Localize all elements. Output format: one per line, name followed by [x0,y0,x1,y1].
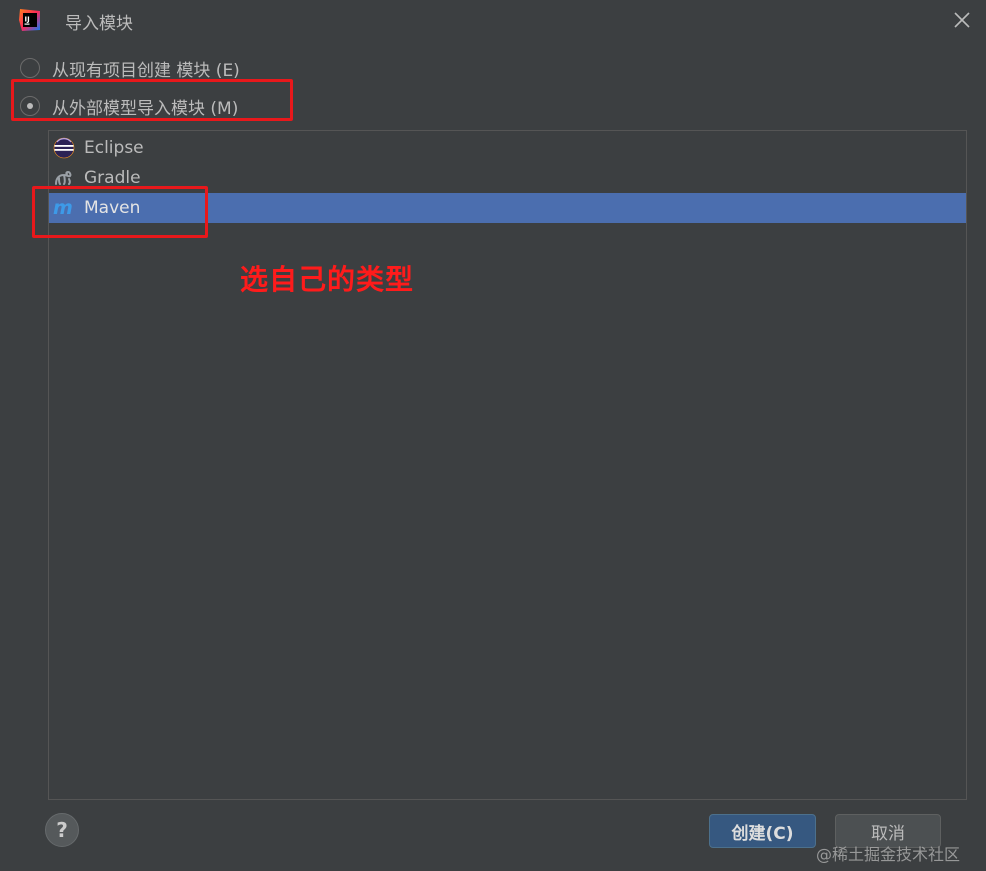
list-item-eclipse[interactable]: Eclipse [49,133,966,163]
intellij-idea-icon: IJ [18,8,42,32]
create-button[interactable]: 创建(C) [709,814,816,848]
radio-label-create-from-existing: 从现有项目创建 模块 (E) [52,60,240,81]
help-button[interactable]: ? [45,813,79,847]
annotation-box-import-option [11,79,293,121]
annotation-text: 选自己的类型 [240,263,415,296]
svg-text:IJ: IJ [25,16,30,24]
annotation-box-maven [32,186,208,238]
eclipse-icon [52,136,76,160]
list-item-label: Eclipse [84,138,144,158]
list-item-label: Gradle [84,168,141,188]
radio-create-from-existing[interactable]: 从现有项目创建 模块 (E) [20,54,240,82]
title-bar: IJ 导入模块 [0,0,986,40]
radio-button-unchecked[interactable] [20,58,40,78]
close-icon[interactable] [948,6,976,34]
window-title: 导入模块 [65,14,133,34]
watermark: @稀土掘金技术社区 [816,845,961,864]
